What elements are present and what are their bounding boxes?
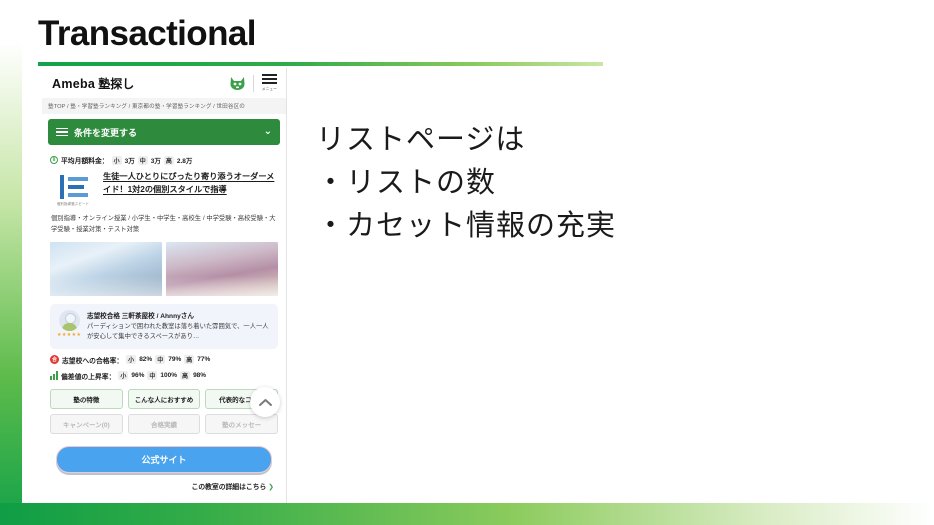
pass-rate-value-1: 79% bbox=[168, 356, 182, 364]
price-value-2: 2.8万 bbox=[176, 158, 193, 165]
copy-line-3: ・カセット情報の充実 bbox=[316, 207, 617, 242]
copy-line-1: リストページは bbox=[316, 122, 526, 156]
score-rate-grade-0: 小 bbox=[118, 371, 129, 381]
page-title: Transactional bbox=[38, 14, 256, 53]
breadcrumb[interactable]: 塾TOP / 塾・学習塾ランキング / 東京都の塾・学習塾ランキング / 世田谷… bbox=[42, 98, 286, 114]
title-underline-rule bbox=[38, 62, 603, 66]
score-rate-value-0: 96% bbox=[131, 372, 145, 380]
pass-rate-grade-0: 小 bbox=[126, 355, 137, 365]
site-header: Ameba 塾探し メニュー bbox=[42, 68, 286, 98]
classroom-photo-1[interactable] bbox=[50, 242, 162, 297]
price-value-0: 3万 bbox=[124, 158, 135, 165]
review-title: 志望校合格 三軒茶屋校 / Ahnnyさん bbox=[87, 313, 194, 321]
mobile-screenshot-panel: Ameba 塾探し メニュー 塾TOP / 塾・学習塾ランキング / 東京都の塾… bbox=[42, 68, 287, 503]
price-grade-2: 高 bbox=[163, 155, 174, 165]
school-logo: 個別指導塾スピード bbox=[50, 171, 96, 206]
cta-wrap: 公式サイト bbox=[48, 434, 280, 473]
average-price-label: 平均月額料金： bbox=[61, 158, 109, 165]
price-grade-0: 小 bbox=[111, 155, 122, 165]
school-card: ¥ 平均月額料金： 小 3万 中 3万 高 2.8万 個別指導塾スピード 生徒一… bbox=[48, 151, 280, 491]
detail-tab-chips: 塾の特徴 こんな人におすすめ 代表的なコース キャンペーン(0) 合格実績 塾の… bbox=[48, 381, 280, 434]
review-block[interactable]: ★★★★★ 志望校合格 三軒茶屋校 / Ahnnyさん パーディションで囲われた… bbox=[50, 304, 278, 349]
classroom-detail-link-label: この教室の詳細はこちら bbox=[191, 483, 267, 491]
pass-rate-value-0: 82% bbox=[139, 356, 153, 364]
pass-rate-icon: 合 bbox=[50, 355, 59, 365]
left-green-accent-band bbox=[0, 0, 22, 525]
classroom-detail-link[interactable]: この教室の詳細はこちら ❯ bbox=[48, 473, 280, 491]
header-divider bbox=[253, 74, 254, 92]
school-summary-row: 個別指導塾スピード 生徒一人ひとりにぴったり寄り添うオーダーメイド！1対2の個別… bbox=[48, 165, 280, 206]
score-rate-grade-1: 中 bbox=[147, 371, 158, 381]
score-rate-value-2: 98% bbox=[193, 372, 207, 380]
classroom-photo-2[interactable] bbox=[166, 242, 278, 297]
price-grade-1: 中 bbox=[137, 155, 148, 165]
score-rate-value-1: 100% bbox=[160, 372, 178, 380]
school-tags: 個別指導・オンライン授業 / 小学生・中学生・高校生 / 中学受験・高校受験・大… bbox=[51, 215, 276, 234]
score-rate-label: 偏差値の上昇率： bbox=[61, 373, 116, 381]
review-body: パーディションで囲われた教室は落ち着いた雰囲気で、一人一人が安心して集中できるス… bbox=[87, 323, 269, 341]
chip-campaign[interactable]: キャンペーン(0) bbox=[50, 413, 123, 434]
change-conditions-label: 条件を変更する bbox=[74, 127, 138, 138]
rating-stars: ★★★★★ bbox=[57, 332, 82, 339]
chevron-up-icon bbox=[258, 398, 272, 406]
yen-coin-icon: ¥ bbox=[50, 156, 58, 164]
school-title-link[interactable]: 生徒一人ひとりにぴったり寄り添うオーダーメイド！1対2の個別スタイルで指導 bbox=[103, 171, 278, 196]
chevron-right-icon: ❯ bbox=[268, 483, 274, 491]
average-price-row: ¥ 平均月額料金： 小 3万 中 3万 高 2.8万 bbox=[48, 151, 280, 165]
menu-label: メニュー bbox=[261, 87, 278, 91]
slide-root: Transactional リストページは ・リストの数 ・カセット情報の充実 … bbox=[0, 0, 934, 525]
change-conditions-button[interactable]: 条件を変更する ⌄ bbox=[48, 119, 280, 145]
school-logo-caption: 個別指導塾スピード bbox=[56, 202, 90, 206]
scroll-to-top-button[interactable] bbox=[250, 387, 280, 417]
pass-rate-value-2: 77% bbox=[197, 356, 211, 364]
school-logo-mark bbox=[60, 175, 88, 199]
brand-name-jp: 塾探し bbox=[98, 76, 135, 91]
pass-rate-row: 合 志望校への合格率： 小 82% 中 79% 高 77% bbox=[48, 349, 280, 365]
filter-icon bbox=[56, 127, 68, 137]
pass-rate-grade-1: 中 bbox=[155, 355, 166, 365]
review-avatar-wrap: ★★★★★ bbox=[57, 310, 81, 343]
site-logo[interactable]: Ameba 塾探し bbox=[52, 75, 134, 92]
bottom-green-accent-band bbox=[0, 503, 934, 525]
hamburger-menu-icon[interactable]: メニュー bbox=[261, 74, 278, 92]
chip-recommended-for[interactable]: こんな人におすすめ bbox=[127, 388, 201, 409]
pass-rate-grade-2: 高 bbox=[184, 355, 195, 365]
school-photo-row bbox=[48, 235, 280, 297]
avatar bbox=[58, 310, 80, 332]
chip-results[interactable]: 合格実績 bbox=[127, 413, 201, 434]
official-site-button[interactable]: 公式サイト bbox=[56, 445, 272, 473]
brand-name-ameba: Ameba bbox=[52, 76, 96, 91]
chevron-down-icon: ⌄ bbox=[263, 126, 272, 137]
cat-mascot-icon[interactable] bbox=[229, 76, 246, 91]
pass-rate-label: 志望校への合格率： bbox=[62, 357, 124, 365]
header-actions: メニュー bbox=[229, 74, 278, 92]
review-text-wrap: 志望校合格 三軒茶屋校 / Ahnnyさん パーディションで囲われた教室は落ち着… bbox=[87, 310, 271, 343]
copy-line-2: ・リストの数 bbox=[316, 164, 497, 199]
price-value-1: 3万 bbox=[150, 158, 161, 165]
copy-block: リストページは ・リストの数 ・カセット情報の充実 bbox=[316, 118, 736, 247]
score-rate-row: 偏差値の上昇率： 小 96% 中 100% 高 98% bbox=[48, 365, 280, 381]
chip-features[interactable]: 塾の特徴 bbox=[50, 388, 123, 409]
score-rate-grade-2: 高 bbox=[180, 371, 191, 381]
bar-chart-icon bbox=[50, 371, 58, 381]
